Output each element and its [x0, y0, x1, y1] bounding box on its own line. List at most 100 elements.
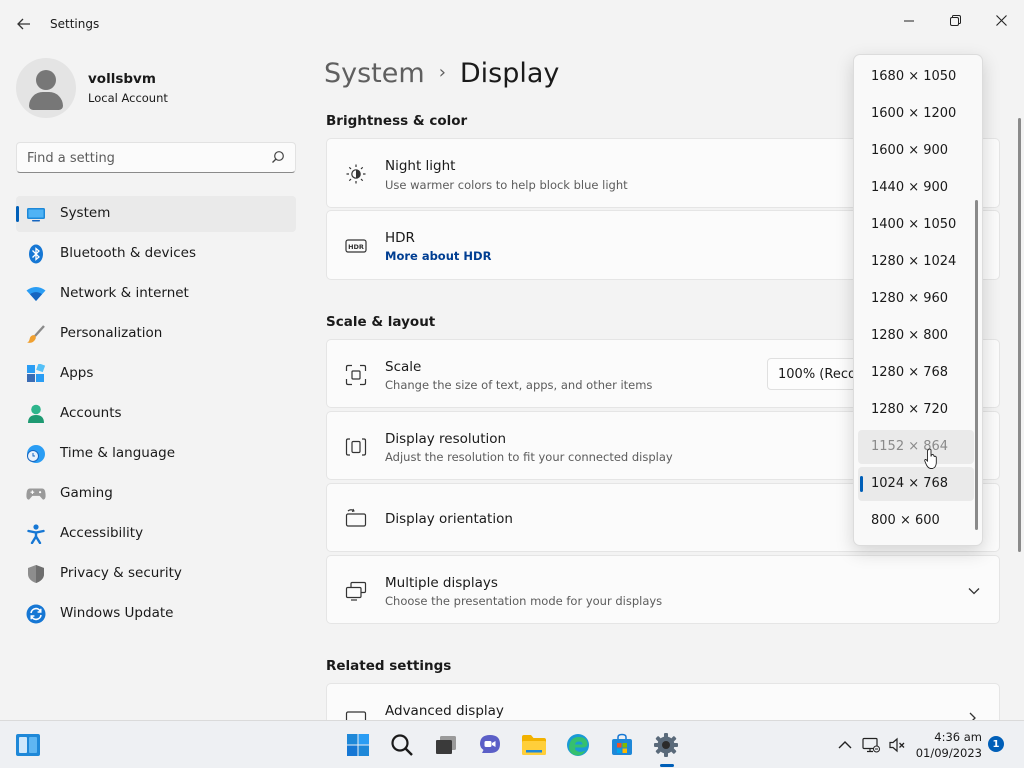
- option-label: 1600 × 1200: [871, 106, 957, 121]
- option-label: 1680 × 1050: [871, 69, 957, 84]
- svg-text:HDR: HDR: [348, 243, 364, 251]
- resolution-option-hovered[interactable]: 1152 × 864: [858, 430, 974, 464]
- sidebar-item-label: Accessibility: [60, 525, 144, 541]
- network-monitor-icon[interactable]: [862, 737, 880, 753]
- app-title: Settings: [50, 17, 100, 31]
- widgets-icon: [16, 734, 40, 756]
- search-icon[interactable]: [271, 150, 285, 164]
- settings-icon: [654, 733, 678, 757]
- resolution-option[interactable]: 1440 × 900: [858, 171, 974, 205]
- card-title: Scale: [385, 359, 422, 375]
- card-description: Change the size of text, apps, and other…: [385, 378, 653, 392]
- sidebar-item-apps[interactable]: Apps: [16, 356, 296, 392]
- avatar[interactable]: [16, 58, 76, 118]
- settings-button[interactable]: [652, 731, 680, 759]
- resolution-option[interactable]: 800 × 600: [858, 504, 974, 538]
- option-label: 800 × 600: [871, 513, 940, 528]
- resolution-option[interactable]: 1280 × 800: [858, 319, 974, 353]
- user-name: vollsbvm: [88, 71, 156, 87]
- chevron-down-icon[interactable]: [967, 586, 981, 596]
- sidebar-item-windows-update[interactable]: Windows Update: [16, 596, 296, 632]
- sidebar-item-time-language[interactable]: Time & language: [16, 436, 296, 472]
- edge-icon: [567, 734, 589, 756]
- sidebar-item-accounts[interactable]: Accounts: [16, 396, 296, 432]
- task-view-button[interactable]: [432, 731, 460, 759]
- back-button[interactable]: [12, 10, 36, 38]
- resolution-option-selected[interactable]: 1024 × 768: [858, 467, 974, 501]
- taskbar: 4:36 am 01/09/2023 1: [0, 720, 1024, 768]
- show-hidden-icons-icon[interactable]: [836, 737, 854, 753]
- card-title: Night light: [385, 158, 456, 174]
- resolution-option[interactable]: 1280 × 720: [858, 393, 974, 427]
- sidebar-item-network[interactable]: Network & internet: [16, 276, 296, 312]
- resolution-option[interactable]: 1280 × 1024: [858, 245, 974, 279]
- restore-icon: [949, 14, 961, 26]
- resolution-option[interactable]: 1400 × 1050: [858, 208, 974, 242]
- globe-clock-icon: [26, 444, 46, 464]
- minimize-button[interactable]: [886, 4, 932, 36]
- store-button[interactable]: [608, 731, 636, 759]
- breadcrumb-parent[interactable]: System: [324, 58, 425, 89]
- update-icon: [26, 604, 46, 624]
- clock-date[interactable]: 01/09/2023: [900, 746, 982, 760]
- sidebar-item-accessibility[interactable]: Accessibility: [16, 516, 296, 552]
- multiple-displays-icon: [345, 581, 367, 601]
- resolution-option[interactable]: 1280 × 960: [858, 282, 974, 316]
- windows-start-icon: [347, 734, 369, 756]
- option-label: 1600 × 900: [871, 143, 949, 158]
- sidebar-item-personalization[interactable]: Personalization: [16, 316, 296, 352]
- avatar-body: [29, 92, 63, 110]
- section-scale-layout: Scale & layout: [326, 314, 436, 330]
- sidebar-item-gaming[interactable]: Gaming: [16, 476, 296, 512]
- store-icon: [612, 733, 632, 755]
- bluetooth-icon: [26, 244, 46, 264]
- hdr-icon: HDR: [345, 239, 367, 253]
- file-explorer-icon: [522, 735, 546, 755]
- night-light-icon: [346, 164, 366, 184]
- back-arrow-icon: [17, 18, 30, 30]
- search-input[interactable]: [27, 149, 267, 167]
- option-label: 1280 × 960: [871, 291, 949, 306]
- dropdown-scrollbar[interactable]: [975, 200, 978, 530]
- option-label: 1440 × 900: [871, 180, 949, 195]
- system-display-icon: [26, 204, 46, 224]
- sidebar-item-label: Time & language: [60, 445, 176, 461]
- sidebar-item-label: Apps: [60, 365, 94, 381]
- resolution-option[interactable]: 1280 × 768: [858, 356, 974, 390]
- brush-icon: [26, 324, 46, 344]
- chat-icon: [480, 735, 500, 753]
- sidebar-item-privacy[interactable]: Privacy & security: [16, 556, 296, 592]
- chat-button[interactable]: [476, 731, 504, 759]
- card-title: Display resolution: [385, 431, 507, 447]
- search-box[interactable]: [16, 142, 296, 173]
- page-title: Display: [459, 58, 560, 89]
- restore-button[interactable]: [932, 4, 978, 36]
- active-app-indicator: [660, 764, 674, 767]
- taskbar-search-button[interactable]: [388, 731, 416, 759]
- sidebar-item-bluetooth[interactable]: Bluetooth & devices: [16, 236, 296, 272]
- sidebar-item-label: Gaming: [60, 485, 113, 501]
- sidebar-item-label: Accounts: [60, 405, 122, 421]
- sidebar-item-label: Bluetooth & devices: [60, 245, 197, 261]
- breadcrumb: System › Display: [324, 58, 559, 98]
- resolution-option[interactable]: 1600 × 900: [858, 134, 974, 168]
- main-scrollbar[interactable]: [1018, 118, 1021, 552]
- card-title: HDR: [385, 230, 415, 246]
- option-label: 1400 × 1050: [871, 217, 957, 232]
- resolution-option[interactable]: 1600 × 1200: [858, 97, 974, 131]
- close-button[interactable]: [978, 4, 1024, 36]
- file-explorer-button[interactable]: [520, 731, 548, 759]
- edge-button[interactable]: [564, 731, 592, 759]
- option-label: 1280 × 800: [871, 328, 949, 343]
- notification-badge[interactable]: 1: [988, 736, 1004, 752]
- resolution-option[interactable]: 1680 × 1050: [858, 60, 974, 94]
- scale-dropdown[interactable]: 100% (Recommended): [767, 358, 867, 390]
- multiple-displays-card[interactable]: Multiple displays Choose the presentatio…: [326, 555, 1000, 624]
- more-about-hdr-link[interactable]: More about HDR: [385, 249, 491, 263]
- sidebar-item-system[interactable]: System: [16, 196, 296, 232]
- widgets-button[interactable]: [14, 731, 42, 759]
- title-bar: Settings: [0, 0, 1024, 48]
- start-button[interactable]: [344, 731, 372, 759]
- clock-time[interactable]: 4:36 am: [900, 730, 982, 744]
- sidebar-item-label: System: [60, 205, 111, 221]
